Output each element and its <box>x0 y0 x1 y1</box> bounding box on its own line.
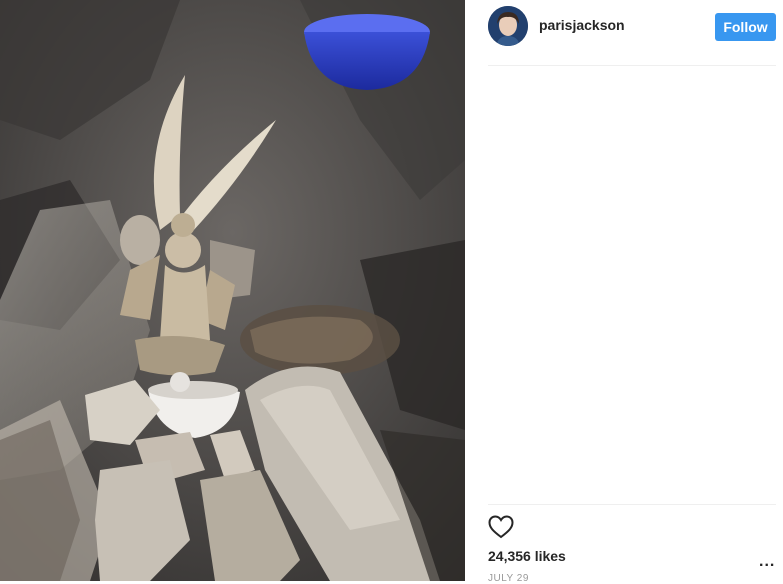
post-date: JULY 29 <box>488 573 529 584</box>
post-details-panel: parisjackson Follow 24,356 likes ... JUL… <box>465 0 783 584</box>
follow-button[interactable]: Follow <box>715 13 776 41</box>
avatar-image <box>488 6 528 46</box>
heart-icon-glyph <box>488 515 514 539</box>
actions-divider <box>488 504 776 505</box>
avatar[interactable] <box>488 6 528 46</box>
post-image-canvas <box>0 0 465 581</box>
post-image[interactable] <box>0 0 465 581</box>
more-options-icon[interactable]: ... <box>759 553 775 571</box>
header-divider <box>488 65 776 66</box>
username[interactable]: parisjackson <box>539 17 625 33</box>
post-header: parisjackson Follow <box>488 6 776 50</box>
likes-count[interactable]: 24,356 likes <box>488 548 566 564</box>
heart-icon[interactable] <box>488 515 514 539</box>
